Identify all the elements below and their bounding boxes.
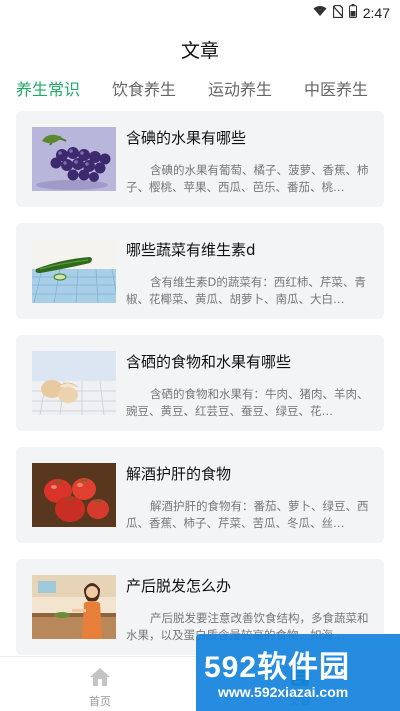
page-title: 文章 — [180, 40, 219, 62]
article-thumbnail-eggs — [32, 351, 116, 415]
article-summary: 含碘的水果有葡萄、橘子、菠萝、香蕉、柿子、樱桃、苹果、西瓜、芭乐、番茄、桃… — [126, 163, 369, 194]
tab-diet-health[interactable]: 饮食养生 — [112, 74, 176, 104]
article-summary: 解酒护肝的食物有：番茄、萝卜、绿豆、西瓜、香蕉、柿子、芹菜、苦瓜、冬瓜、丝… — [126, 499, 369, 530]
article-thumbnail-tomatoes — [32, 463, 116, 527]
article-title: 含硒的食物和水果有哪些 — [126, 353, 292, 371]
no-sim-icon — [332, 4, 344, 22]
home-icon — [89, 667, 111, 691]
watermark-url: www.592xiazai.com — [218, 684, 349, 700]
article-thumbnail-woman-kitchen — [32, 575, 116, 639]
article-thumbnail-cucumber — [32, 239, 116, 303]
article-summary: 含硒的食物和水果有：牛肉、猪肉、羊肉、豌豆、黄豆、红芸豆、蚕豆、绿豆、花… — [126, 387, 369, 418]
article-thumbnail-grapes — [32, 127, 116, 191]
article-card[interactable]: 解酒护肝的食物 解酒护肝的食物有：番茄、萝卜、绿豆、西瓜、香蕉、柿子、芹菜、苦瓜… — [16, 447, 384, 543]
article-card[interactable]: 含硒的食物和水果有哪些 含硒的食物和水果有：牛肉、猪肉、羊肉、豌豆、黄豆、红芸豆… — [16, 335, 384, 431]
article-title: 哪些蔬菜有维生素d — [126, 241, 256, 259]
tab-health-knowledge[interactable]: 养生常识 — [16, 74, 80, 104]
article-title: 解酒护肝的食物 — [126, 465, 232, 483]
article-list: 含碘的水果有哪些 含碘的水果有葡萄、橘子、菠萝、香蕉、柿子、樱桃、苹果、西瓜、芭… — [16, 111, 384, 671]
tab-exercise-health[interactable]: 运动养生 — [208, 74, 272, 104]
battery-icon — [348, 4, 357, 22]
article-title: 含碘的水果有哪些 — [126, 129, 247, 147]
category-tabs: 养生常识 饮食养生 运动养生 中医养生 — [0, 74, 400, 104]
wifi-icon — [313, 5, 327, 21]
article-summary: 含有维生素D的蔬菜有：西红柿、芹菜、青椒、花椰菜、黄瓜、胡萝卜、南瓜、大白… — [126, 275, 366, 306]
nav-item-home[interactable]: 首页 — [0, 657, 200, 711]
status-bar: 2:47 — [0, 0, 400, 26]
watermark-logo: 592软件园 www.592xiazai.com — [196, 634, 400, 711]
article-card[interactable]: 含碘的水果有哪些 含碘的水果有葡萄、橘子、菠萝、香蕉、柿子、樱桃、苹果、西瓜、芭… — [16, 111, 384, 207]
article-card[interactable]: 哪些蔬菜有维生素d 含有维生素D的蔬菜有：西红柿、芹菜、青椒、花椰菜、黄瓜、胡萝… — [16, 223, 384, 319]
watermark-main: 592软件园 — [204, 651, 351, 684]
status-time: 2:47 — [362, 5, 390, 21]
article-title: 产后脱发怎么办 — [126, 577, 232, 595]
tab-tcm-health[interactable]: 中医养生 — [304, 74, 368, 104]
nav-label-home: 首页 — [89, 695, 111, 708]
